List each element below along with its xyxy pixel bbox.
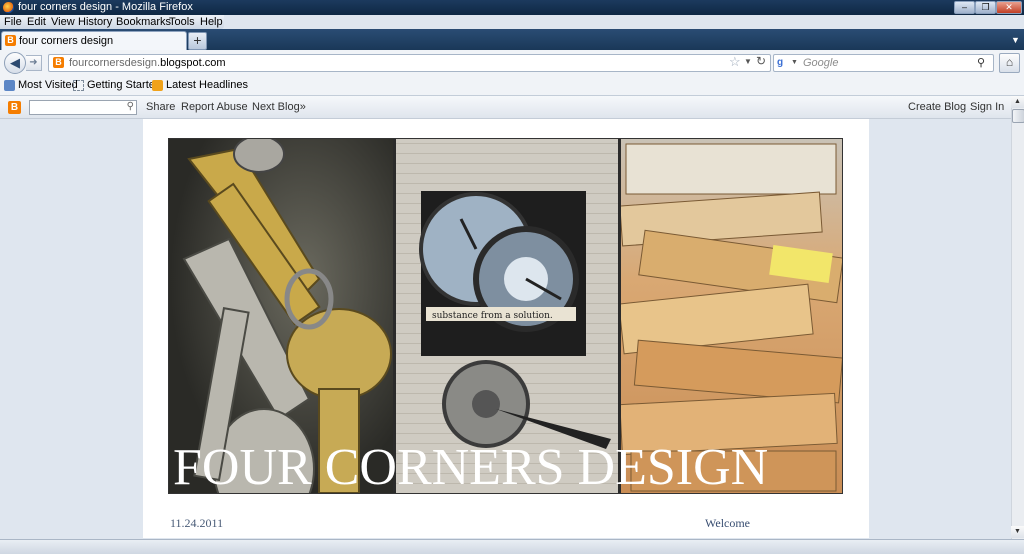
blog-title[interactable]: FOUR CORNERS DESIGN bbox=[173, 442, 768, 494]
scrollbar-thumb[interactable] bbox=[1012, 109, 1024, 123]
page-icon bbox=[73, 80, 84, 91]
forward-arrow-icon[interactable]: ➜ bbox=[26, 55, 42, 71]
sidebar-heading-welcome: Welcome bbox=[705, 516, 751, 530]
minimize-button[interactable]: – bbox=[954, 1, 975, 14]
search-placeholder: Google bbox=[803, 57, 839, 69]
maximize-button[interactable]: ❐ bbox=[975, 1, 996, 14]
most-visited-icon bbox=[4, 80, 15, 91]
blogger-icon: B bbox=[5, 35, 16, 46]
menu-bookmarks[interactable]: Bookmarks bbox=[116, 16, 171, 28]
post-date: 11.24.2011 bbox=[170, 516, 224, 530]
sign-in-link[interactable]: Sign In bbox=[970, 101, 1004, 113]
search-icon[interactable]: ⚲ bbox=[127, 101, 134, 112]
window-title: four corners design - Mozilla Firefox bbox=[18, 1, 193, 13]
blogger-icon: B bbox=[53, 57, 64, 68]
url-input[interactable]: B fourcornersdesign.blogspot.com bbox=[48, 54, 771, 72]
tab-label: four corners design bbox=[19, 35, 114, 47]
url-text: fourcornersdesign.blogspot.com bbox=[69, 57, 226, 69]
home-icon[interactable]: ⌂ bbox=[999, 53, 1020, 73]
bookmark-most-visited[interactable]: Most Visited bbox=[18, 79, 78, 91]
bookmarks-toolbar: Most Visited Getting Started Latest Head… bbox=[0, 76, 1024, 96]
header-caption: substance from a solution. bbox=[432, 311, 553, 321]
report-abuse-link[interactable]: Report Abuse bbox=[181, 101, 248, 113]
back-arrow-icon[interactable]: ◀ bbox=[4, 52, 26, 74]
reload-icon[interactable]: ↻ bbox=[756, 54, 766, 68]
menu-view[interactable]: View bbox=[51, 16, 75, 28]
new-tab-button[interactable]: + bbox=[188, 32, 207, 50]
menu-edit[interactable]: Edit bbox=[27, 16, 46, 28]
window-titlebar: four corners design - Mozilla Firefox – … bbox=[0, 0, 1024, 15]
menu-bar: File Edit View History Bookmarks Tools H… bbox=[0, 15, 224, 29]
url-dropdown-icon[interactable]: ▼ bbox=[744, 57, 752, 66]
search-icon[interactable]: ⚲ bbox=[977, 56, 985, 69]
firefox-logo-icon bbox=[3, 2, 14, 13]
rss-icon bbox=[152, 80, 163, 91]
scroll-up-arrow-icon[interactable]: ▲ bbox=[1011, 96, 1024, 108]
menu-history[interactable]: History bbox=[78, 16, 112, 28]
bookmark-latest-headlines[interactable]: Latest Headlines bbox=[166, 79, 248, 91]
scroll-down-arrow-icon[interactable]: ▼ bbox=[1011, 526, 1024, 538]
bookmark-getting-started[interactable]: Getting Started bbox=[87, 79, 161, 91]
share-link[interactable]: Share bbox=[146, 101, 175, 113]
star-icon[interactable]: ☆ bbox=[729, 54, 741, 70]
create-blog-link[interactable]: Create Blog bbox=[908, 101, 966, 113]
blogger-navbar: B ⚲ Share Report Abuse Next Blog» Create… bbox=[0, 96, 1011, 119]
status-bar bbox=[0, 539, 1024, 554]
vertical-scrollbar[interactable] bbox=[1011, 96, 1024, 539]
search-input[interactable]: g ▼ Google ⚲ bbox=[773, 54, 994, 72]
tab-four-corners-design[interactable]: B four corners design bbox=[1, 31, 187, 51]
search-engine-dropdown-icon[interactable]: ▼ bbox=[791, 59, 798, 66]
blogger-logo-icon[interactable]: B bbox=[8, 101, 21, 114]
list-all-tabs-icon[interactable]: ▼ bbox=[1011, 35, 1020, 45]
google-icon[interactable]: g bbox=[777, 57, 789, 69]
close-window-button[interactable]: ✕ bbox=[996, 1, 1022, 14]
blog-header-image[interactable]: substance from a solution. FOUR CORNERS … bbox=[168, 138, 843, 494]
menu-file[interactable]: File bbox=[4, 16, 22, 28]
blog-search-input[interactable]: ⚲ bbox=[29, 100, 137, 115]
next-blog-link[interactable]: Next Blog» bbox=[252, 101, 306, 113]
menu-tools[interactable]: Tools bbox=[169, 16, 195, 28]
menu-help[interactable]: Help bbox=[200, 16, 223, 28]
